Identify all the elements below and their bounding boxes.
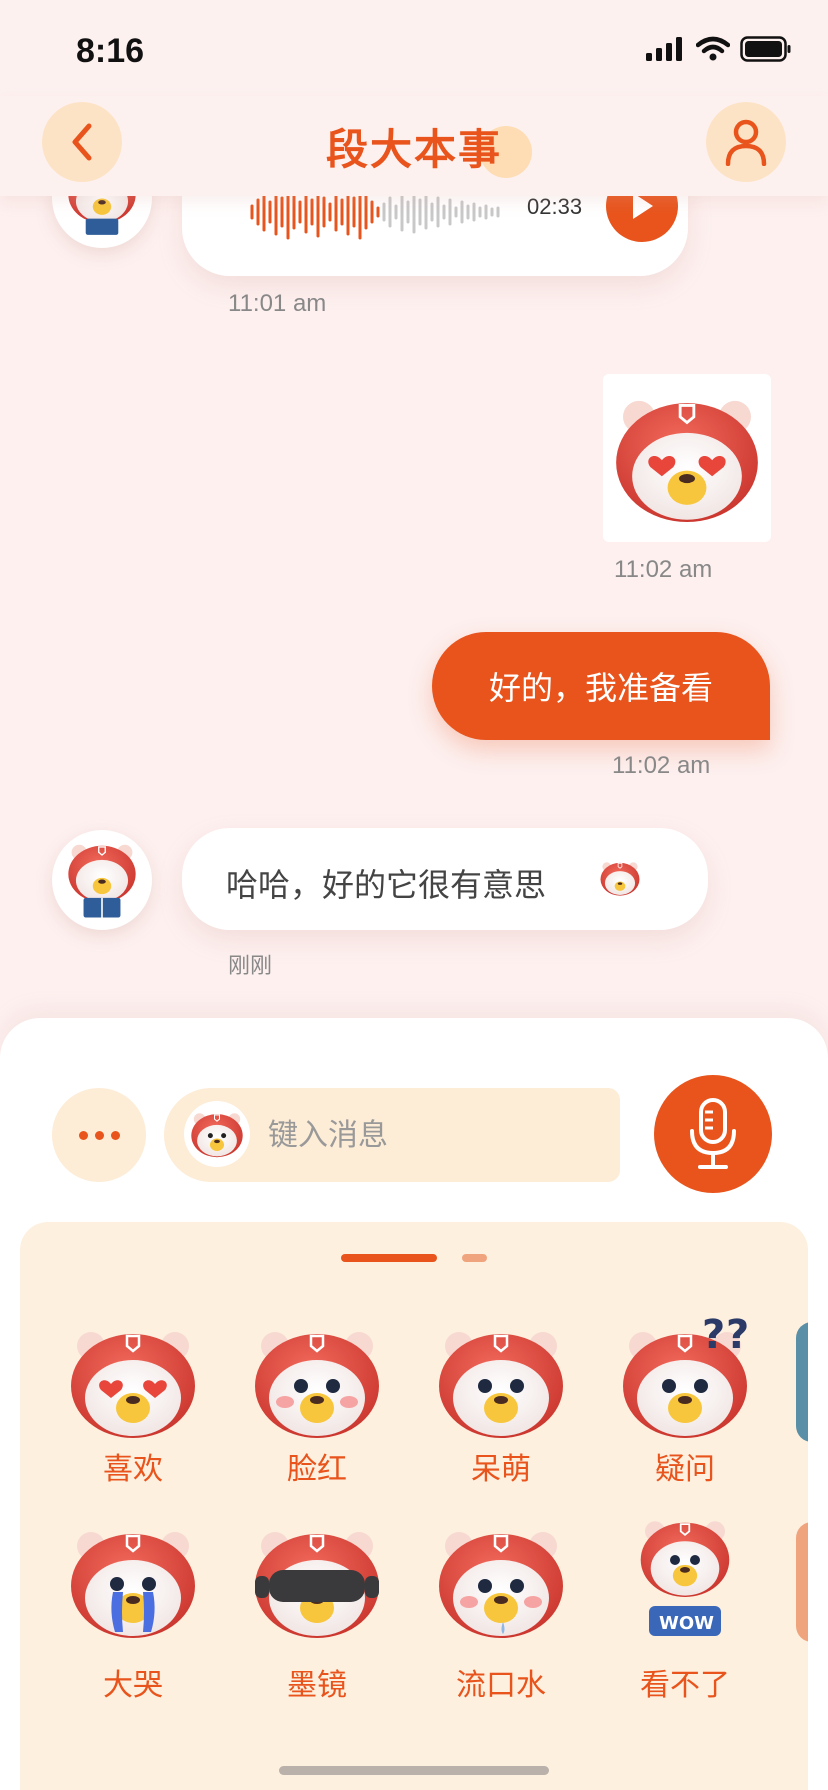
next-sticker-peek[interactable] [796,1322,808,1442]
heart-eyes-sticker [614,399,760,524]
sticker-label: 大哭 [103,1668,163,1703]
sticker-label: 脸红 [287,1452,347,1487]
more-icon [78,1130,88,1140]
user-icon [725,119,767,166]
home-indicator [279,1766,549,1775]
sticker-label: 看不了 [640,1668,730,1703]
page-indicator-active[interactable] [341,1254,437,1262]
page-title: 段大本事 [325,125,502,174]
sticker-question[interactable]: ? ? 疑问 [610,1312,760,1512]
message-input[interactable] [268,1106,588,1164]
microphone-icon [690,1098,736,1169]
message-timestamp: 11:02 am [612,752,711,779]
voice-duration: 02:33 [527,194,583,219]
sticker-message[interactable] [603,374,771,542]
sticker-like[interactable]: 喜欢 [58,1322,208,1512]
incoming-message-bubble[interactable]: 哈哈，好的它很有意思 [182,828,708,930]
composer-panel: 喜欢 脸红 呆萌 ? ? 疑问 [0,1018,828,1790]
profile-button[interactable] [706,102,786,182]
sticker-label: 喜欢 [103,1452,163,1487]
sticker-cry[interactable]: 大哭 [58,1522,208,1712]
more-options-button[interactable] [52,1088,146,1182]
message-text: 哈哈，好的它很有意思 [226,866,547,904]
sticker-label: 疑问 [655,1452,715,1487]
message-text: 好的，我准备看 [488,669,713,707]
sunglasses-sticker-icon [253,1530,381,1640]
sticker-blush[interactable]: 脸红 [242,1322,392,1512]
question-marks-icon: ? ? [702,1312,749,1358]
cellular-signal-icon [646,37,682,61]
wifi-icon [696,36,730,61]
sticker-toggle-button[interactable] [184,1101,250,1167]
mascot-icon [190,1112,244,1158]
sticker-label: 墨镜 [287,1668,347,1703]
status-icons [646,36,792,62]
message-timestamp: 11:01 am [228,290,327,317]
message-input-container [164,1088,620,1182]
contact-avatar[interactable] [52,830,152,930]
chat-header: 段大本事 [0,96,828,196]
sticker-drool[interactable]: 流口水 [426,1522,576,1712]
message-timestamp: 11:02 am [614,556,713,583]
svg-text:?: ? [702,1312,725,1358]
heart-eyes-sticker-icon [69,1330,197,1440]
svg-text:WOW: WOW [659,1613,714,1634]
sticker-sunglasses[interactable]: 墨镜 [242,1522,392,1712]
blush-sticker-icon [253,1330,381,1440]
page-indicator[interactable] [462,1254,487,1262]
next-sticker-peek[interactable] [796,1522,808,1642]
message-timestamp: 刚刚 [228,954,273,979]
cant-watch-sticker-icon: WOW [639,1520,731,1636]
sticker-panel: 喜欢 脸红 呆萌 ? ? 疑问 大哭 墨镜 流口水 WOW 看不了 [20,1222,808,1790]
status-bar: 8:16 [0,0,828,96]
status-time: 8:16 [76,32,145,70]
voice-record-button[interactable] [654,1075,772,1193]
sticker-cute[interactable]: 呆萌 [426,1322,576,1512]
battery-icon [740,36,791,62]
sticker-label: 呆萌 [471,1452,531,1487]
mascot-emoji-icon [600,861,640,896]
svg-text:?: ? [726,1312,749,1358]
sticker-label: 流口水 [456,1668,546,1703]
sticker-cant-watch[interactable]: WOW 看不了 [610,1514,760,1704]
crying-sticker-icon [69,1530,197,1640]
cute-sticker-icon [437,1330,565,1440]
outgoing-message-bubble[interactable]: 好的，我准备看 [432,632,770,740]
drooling-sticker-icon [437,1530,565,1640]
